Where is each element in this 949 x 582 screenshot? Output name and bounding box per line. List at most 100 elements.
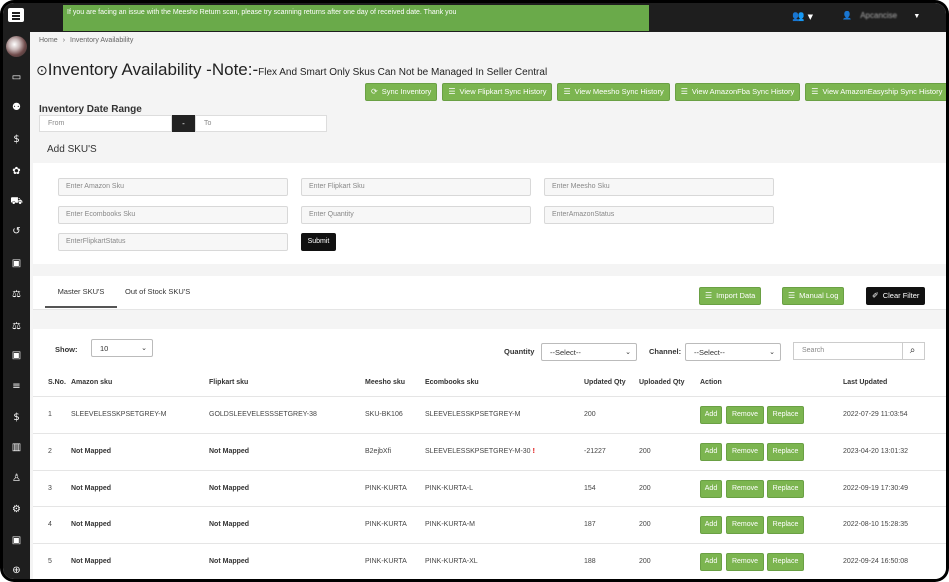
dollar-icon[interactable]: $ xyxy=(3,133,30,147)
submit-button[interactable]: Submit xyxy=(301,233,336,251)
list-icon: ☰ xyxy=(811,87,819,96)
row-ecombooks-sku-text: PINK-KURTA-XL xyxy=(425,558,478,565)
add-button[interactable]: Add xyxy=(700,406,722,424)
user-menu[interactable]: 👤 Apcancise ▼ xyxy=(842,11,920,20)
cart-icon[interactable]: ⛟ xyxy=(3,195,30,209)
ecombooks-sku-input[interactable]: Enter Ecombooks Sku xyxy=(58,206,288,224)
flipkart-status-input[interactable]: EnterFlipkartStatus xyxy=(58,233,288,251)
row-updated-qty: -21227 xyxy=(584,448,606,455)
money-icon-2[interactable]: ▣ xyxy=(3,349,30,363)
header-amazon-sku: Amazon sku xyxy=(71,379,113,386)
view-amazonfba-sync-button[interactable]: ☰ View AmazonFba Sync History xyxy=(674,83,801,101)
add-button[interactable]: Add xyxy=(700,516,722,534)
header-uploaded-qty: Uploaded Qty xyxy=(639,379,685,386)
money-icon[interactable]: ▣ xyxy=(3,257,30,271)
header-flipkart-sku: Flipkart sku xyxy=(209,379,249,386)
date-to-input[interactable]: To xyxy=(195,115,327,132)
cogs-icon[interactable]: ⚙ xyxy=(3,503,30,517)
breadcrumb-current: Inventory Availability xyxy=(70,37,134,44)
sync-inventory-button[interactable]: ⟳ Sync Inventory xyxy=(365,83,438,101)
date-range-label: Inventory Date Range xyxy=(39,104,142,115)
row-meesho-sku: SKU-BK106 xyxy=(365,411,403,418)
globe-icon[interactable]: ⊕ xyxy=(3,564,30,578)
user-group-icon[interactable]: 👥 ▼ xyxy=(792,11,813,22)
row-sno: 4 xyxy=(48,521,52,528)
app-screen: ▭ ⚉ $ ✿ ⛟ ↺ ▣ ⚖ ⚖ ▣ ≡ $ ▥ ♙ ⚙ ▣ ⊕ If you… xyxy=(3,3,946,579)
menu-toggle-icon[interactable] xyxy=(8,8,24,22)
import-data-button[interactable]: ☰ Import Data xyxy=(699,287,762,305)
clear-filter-button[interactable]: ✐ Clear Filter xyxy=(866,287,926,305)
remove-button[interactable]: Remove xyxy=(726,553,764,571)
amazon-status-input[interactable]: EnterAmazonStatus xyxy=(544,206,774,224)
show-entries-select[interactable]: 10 ⌄ xyxy=(91,339,153,357)
quantity-filter-label: Quantity xyxy=(504,347,535,356)
monitor-icon[interactable]: ▭ xyxy=(3,71,30,85)
add-button[interactable]: Add xyxy=(700,443,722,461)
book-icon[interactable]: ▥ xyxy=(3,441,30,455)
remove-button[interactable]: Remove xyxy=(726,406,764,424)
undo-icon[interactable]: ↺ xyxy=(3,225,30,239)
row-last-updated: 2022-09-24 16:50:08 xyxy=(843,558,908,565)
table-row: 1 SLEEVELESSKPSETGREY-M GOLDSLEEVELESSSETG… xyxy=(33,396,946,433)
row-meesho-sku: PINK-KURTA xyxy=(365,485,407,492)
row-last-updated: 2022-07-29 11:03:54 xyxy=(843,411,908,418)
quantity-filter-select[interactable]: --Select-- ⌄ xyxy=(541,343,637,361)
view-flipkart-sync-button[interactable]: ☰ View Flipkart Sync History xyxy=(442,83,553,101)
row-flipkart-sku: Not Mapped xyxy=(209,485,250,492)
cubes-icon[interactable]: ✿ xyxy=(3,165,30,179)
tab-out-of-stock-skus[interactable]: Out of Stock SKU'S xyxy=(125,287,190,296)
date-from-input[interactable]: From xyxy=(39,115,172,132)
quantity-input[interactable]: Enter Quantity xyxy=(301,206,531,224)
channel-filter-select[interactable]: --Select-- ⌄ xyxy=(685,343,781,361)
list-icon: ☰ xyxy=(448,87,456,96)
row-ecombooks-sku: SLEEVELESSKPSETGREY-M xyxy=(425,411,522,418)
add-sku-form: Enter Amazon Sku Enter Flipkart Sku Ente… xyxy=(33,163,946,264)
remove-button[interactable]: Remove xyxy=(726,516,764,534)
money-icon-3[interactable]: ▣ xyxy=(3,534,30,548)
search-input[interactable]: Search xyxy=(793,342,903,360)
row-flipkart-sku: Not Mapped xyxy=(209,448,250,455)
add-button[interactable]: Add xyxy=(700,553,722,571)
balance-scale-icon[interactable]: ⚖ xyxy=(3,288,30,302)
remove-button[interactable]: Remove xyxy=(726,443,764,461)
replace-button[interactable]: Replace xyxy=(767,516,804,534)
replace-button[interactable]: Replace xyxy=(767,443,804,461)
manual-log-button[interactable]: ☰ Manual Log xyxy=(782,287,845,305)
replace-button[interactable]: Replace xyxy=(767,553,804,571)
search-icon[interactable]: ⌕ xyxy=(901,342,925,360)
page-title-note: Flex And Smart Only Skus Can Not be Mana… xyxy=(258,67,548,78)
header-action: Action xyxy=(700,379,722,386)
dollar-icon-2[interactable]: $ xyxy=(3,411,30,425)
row-updated-qty: 188 xyxy=(584,558,596,565)
row-sno: 3 xyxy=(48,485,52,492)
row-flipkart-sku: Not Mapped xyxy=(209,521,250,528)
replace-button[interactable]: Replace xyxy=(767,480,804,498)
row-sno: 2 xyxy=(48,448,52,455)
replace-button[interactable]: Replace xyxy=(767,406,804,424)
user-tie-icon[interactable]: ♙ xyxy=(3,472,30,486)
add-button[interactable]: Add xyxy=(700,480,722,498)
breadcrumb-home[interactable]: Home xyxy=(39,37,58,44)
list-icon[interactable]: ≡ xyxy=(3,380,30,394)
amazon-sku-input[interactable]: Enter Amazon Sku xyxy=(58,178,288,196)
row-ecombooks-sku: SLEEVELESSKPSETGREY-M-30! xyxy=(425,448,535,455)
row-amazon-sku: Not Mapped xyxy=(71,485,112,492)
top-bar: If you are facing an issue with the Mees… xyxy=(30,3,946,32)
chevron-down-icon: ⌄ xyxy=(625,348,631,356)
user-icon: 👤 xyxy=(842,11,852,20)
show-label: Show: xyxy=(55,345,78,354)
circle-arrow-left-icon[interactable]: ⊙ xyxy=(36,63,48,79)
row-amazon-sku: Not Mapped xyxy=(71,558,112,565)
row-ecombooks-sku-text: PINK-KURTA-M xyxy=(425,521,475,528)
page-title: ⊙Inventory Availability -Note:-Flex And … xyxy=(36,60,547,80)
brand-avatar[interactable] xyxy=(6,36,27,57)
flipkart-sku-input[interactable]: Enter Flipkart Sku xyxy=(301,178,531,196)
users-icon[interactable]: ⚉ xyxy=(3,101,30,115)
remove-button[interactable]: Remove xyxy=(726,480,764,498)
view-meesho-sync-button[interactable]: ☰ View Meesho Sync History xyxy=(557,83,670,101)
tab-master-skus[interactable]: Master SKU'S xyxy=(45,287,117,308)
header-last-updated: Last Updated xyxy=(843,379,888,386)
view-amazoneasyship-sync-button[interactable]: ☰ View AmazonEasyship Sync History xyxy=(805,83,946,101)
meesho-sku-input[interactable]: Enter Meesho Sku xyxy=(544,178,774,196)
balance-scale-icon-2[interactable]: ⚖ xyxy=(3,320,30,334)
